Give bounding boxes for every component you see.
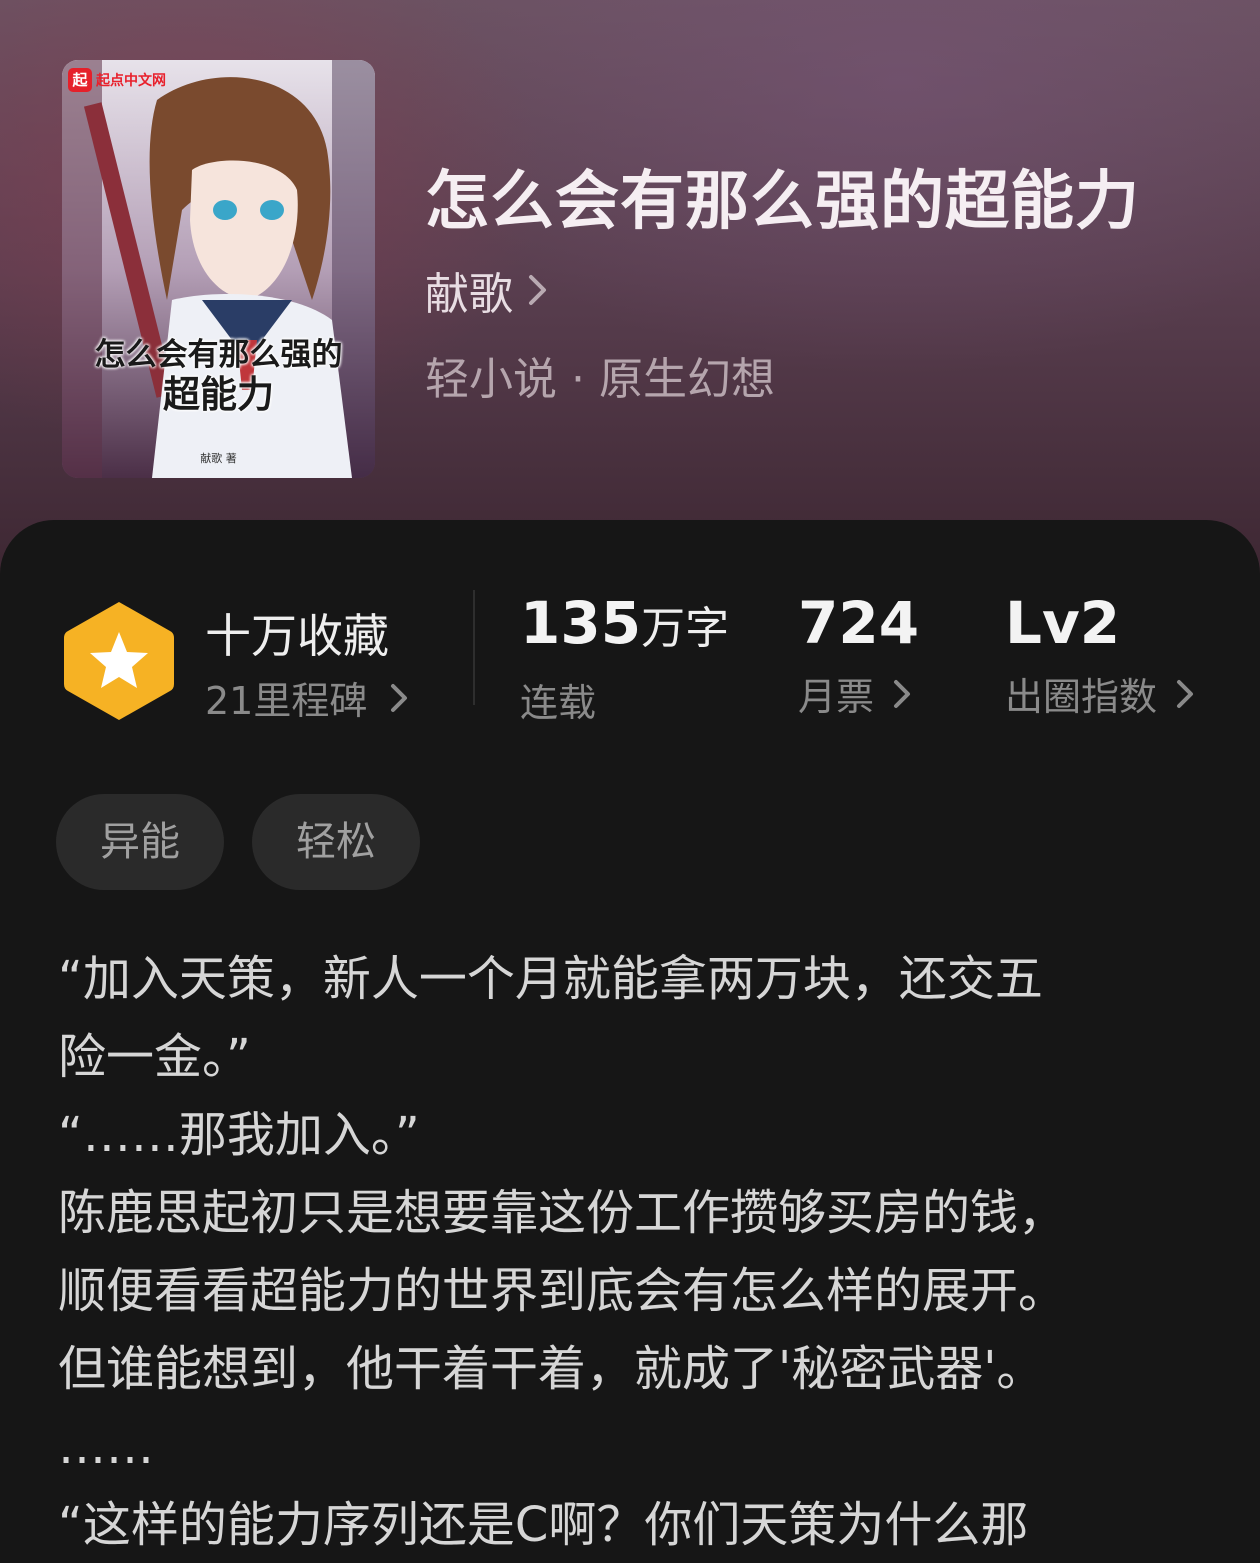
book-category[interactable]: 轻小说 · 原生幻想: [425, 343, 775, 407]
cover-publisher-logo: 起 起点中文网: [68, 68, 166, 92]
book-title: 怎么会有那么强的超能力: [425, 164, 1140, 239]
synopsis-line: “加入天策，新人一个月就能拿两万块，还交五: [58, 951, 1043, 1007]
word-count-value: 135: [520, 589, 642, 657]
book-synopsis[interactable]: “加入天策，新人一个月就能拿两万块，还交五 险一金。” “……那我加入。” 陈鹿…: [58, 940, 1208, 1563]
popularity-label: 出圈指数: [1005, 675, 1158, 719]
popularity-index-stat[interactable]: Lv2 出圈指数: [1005, 588, 1195, 721]
stats-divider: [473, 590, 475, 705]
milestone-label: 21里程碑: [205, 679, 368, 723]
tag-list: 异能 轻松: [56, 794, 420, 890]
milestone-link[interactable]: 21里程碑: [205, 670, 409, 725]
book-header: 起 起点中文网 怎么会有那么强的 超能力 献歌 著 怎么会有那么强的超能力 献歌…: [0, 0, 1260, 600]
monthly-votes-label: 月票: [798, 675, 875, 719]
chevron-right-icon: [529, 275, 546, 305]
word-count-unit: 万字: [641, 603, 730, 654]
synopsis-line: 陈鹿思起初只是想要靠这份工作攒够买房的钱，: [58, 1185, 1067, 1241]
book-cover[interactable]: 起 起点中文网 怎么会有那么强的 超能力 献歌 著: [62, 60, 375, 478]
stats-bar: 十万收藏 21里程碑 135万字 连载 724 月票 Lv2 出圈指数: [0, 520, 1260, 760]
monthly-votes-stat[interactable]: 724 月票: [798, 588, 919, 721]
tag-chip[interactable]: 轻松: [252, 794, 420, 890]
cover-title-line2: 超能力: [163, 372, 274, 416]
synopsis-line: “……那我加入。”: [58, 1107, 420, 1163]
star-hexagon-icon: [64, 602, 174, 720]
synopsis-line: ……: [58, 1419, 154, 1475]
author-name: 献歌: [425, 269, 513, 320]
synopsis-line: 险一金。”: [58, 1029, 251, 1085]
book-info-card: 十万收藏 21里程碑 135万字 连载 724 月票 Lv2 出圈指数 异能 轻…: [0, 520, 1260, 1563]
synopsis-line: 但谁能想到，他干着干着，就成了'秘密武器'。: [58, 1341, 1045, 1397]
collection-title: 十万收藏: [205, 609, 389, 663]
chevron-right-icon: [1177, 679, 1194, 708]
tag-chip[interactable]: 异能: [56, 794, 224, 890]
author-link[interactable]: 献歌: [425, 258, 549, 322]
monthly-votes-value: 724: [798, 589, 920, 657]
synopsis-line: “这样的能力序列还是C啊？你们天策为什么那: [58, 1497, 1029, 1553]
chevron-right-icon: [894, 679, 911, 708]
popularity-level: Lv2: [1005, 589, 1121, 657]
cover-title: 怎么会有那么强的 超能力: [62, 337, 375, 416]
serial-status: 连载: [520, 681, 597, 725]
publisher-mark: 起: [68, 68, 92, 92]
chevron-right-icon: [391, 683, 408, 712]
synopsis-line: 顺便看看超能力的世界到底会有怎么样的展开。: [58, 1263, 1067, 1319]
word-count-stat: 135万字 连载: [520, 588, 729, 727]
cover-author: 献歌 著: [200, 452, 237, 465]
book-detail-page: 起 起点中文网 怎么会有那么强的 超能力 献歌 著 怎么会有那么强的超能力 献歌…: [0, 0, 1260, 1563]
cover-title-line1: 怎么会有那么强的: [94, 337, 343, 373]
publisher-name: 起点中文网: [96, 73, 166, 89]
